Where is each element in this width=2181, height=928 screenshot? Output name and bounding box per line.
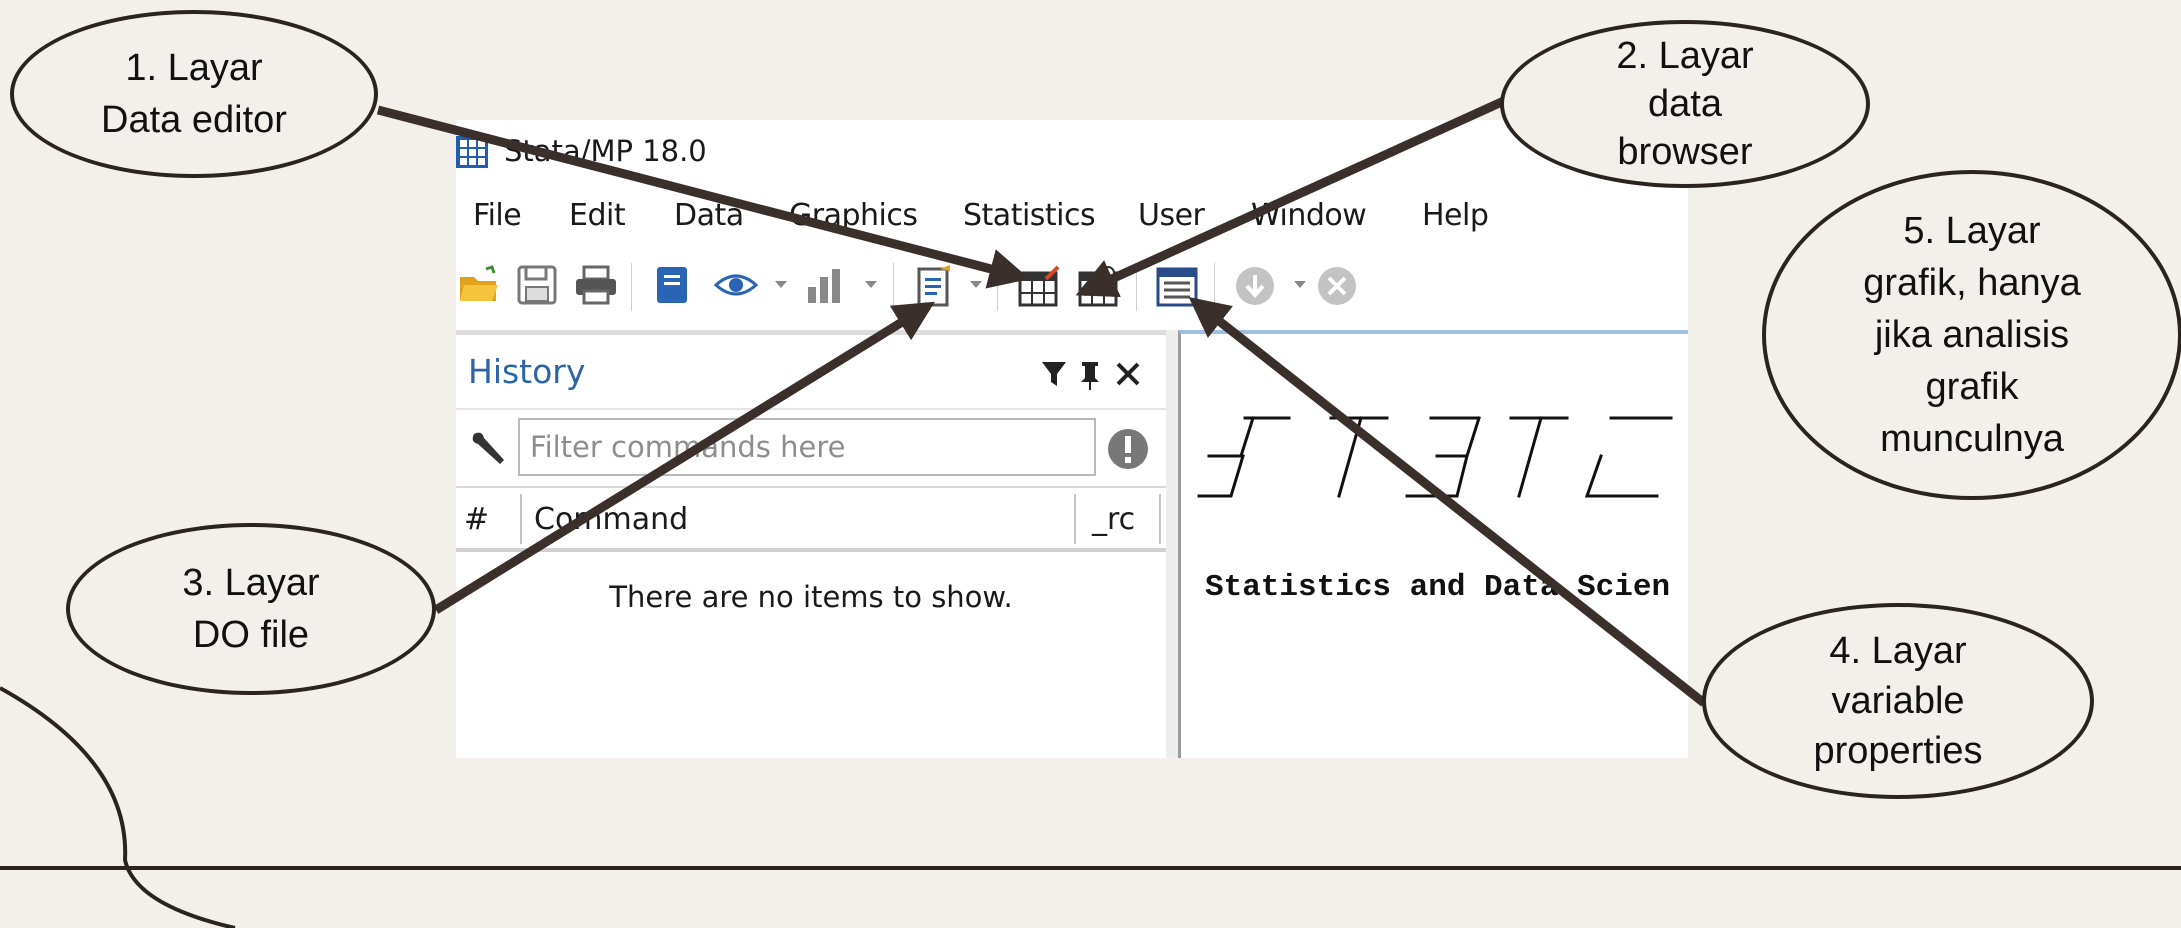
menu-statistics[interactable]: Statistics (963, 198, 1096, 233)
menu-edit[interactable]: Edit (569, 198, 626, 233)
toolbar-separator (631, 263, 632, 311)
filter-box (518, 418, 1096, 476)
menu-user[interactable]: User (1138, 198, 1205, 233)
callout-line: jika analisis (1874, 314, 2070, 356)
do-file-editor-icon[interactable] (916, 265, 954, 307)
menu-file[interactable]: File (473, 198, 522, 233)
toolbar-separator (1214, 263, 1215, 311)
callout-line: DO file (192, 614, 310, 656)
column-separator[interactable] (1074, 494, 1076, 544)
results-tagline: Statistics and Data Scien (1205, 570, 1671, 605)
callout-line: variable (1831, 680, 1965, 722)
callout-graph-window: 5. Layar grafik, hanya jika analisis grafik… (1762, 170, 2181, 500)
callout-do-file: 3. Layar DO file (66, 523, 436, 695)
save-icon[interactable] (516, 265, 558, 305)
column-number[interactable]: # (464, 502, 489, 537)
pin-icon[interactable] (1081, 362, 1099, 390)
history-column-header: # Command _rc (456, 486, 1166, 552)
callout-line: 1. Layar (125, 47, 263, 89)
graph-icon[interactable] (804, 265, 846, 305)
menu-graphics[interactable]: Graphics (789, 198, 918, 233)
callout-data-editor: 1. Layar Data editor (10, 10, 378, 178)
print-icon[interactable] (574, 265, 618, 305)
callout-line: data (1648, 83, 1722, 125)
toolbar (456, 255, 1386, 317)
callout-line: 5. Layar (1903, 210, 2041, 252)
filter-row (456, 408, 1166, 488)
menu-data[interactable]: Data (674, 198, 744, 233)
history-panel: History # Command _rc (456, 330, 1166, 758)
variables-manager-icon[interactable] (1156, 265, 1198, 307)
column-command[interactable]: Command (534, 502, 688, 537)
toolbar-separator (1136, 263, 1137, 311)
column-separator[interactable] (1159, 494, 1161, 544)
pane-tools (1038, 360, 1148, 395)
alert-icon[interactable] (1106, 427, 1150, 471)
results-panel: Statistics and Data Scien (1178, 330, 1688, 758)
decorative-curve (0, 686, 236, 928)
column-rc[interactable]: _rc (1092, 502, 1135, 537)
log-icon[interactable] (654, 265, 690, 305)
viewer-dropdown-icon[interactable] (775, 281, 787, 288)
more-dropdown-icon[interactable] (1294, 281, 1306, 288)
menu-window[interactable]: Window (1251, 198, 1367, 233)
callout-line: 3. Layar (182, 562, 320, 604)
callout-variable-properties: 4. Layar variable properties (1702, 603, 2094, 799)
open-folder-icon[interactable] (458, 265, 500, 305)
data-editor-icon[interactable] (1018, 265, 1060, 307)
toolbar-separator (997, 263, 998, 311)
callout-line: Data editor (101, 99, 287, 141)
filter-icon[interactable] (1042, 362, 1066, 386)
callout-line: browser (1617, 131, 1753, 173)
callout-line: properties (1813, 730, 1983, 772)
close-icon[interactable] (1116, 362, 1140, 386)
stata-window: Stata/MP 18.0 File Edit Data Graphics St… (456, 120, 1688, 758)
history-title: History (468, 352, 586, 391)
graph-dropdown-icon[interactable] (865, 281, 877, 288)
wrench-icon (472, 432, 504, 464)
panel-divider[interactable] (1166, 330, 1178, 758)
callout-line: grafik (1925, 366, 2019, 408)
more-icon[interactable] (1234, 265, 1276, 307)
menu-help[interactable]: Help (1422, 198, 1489, 233)
toolbar-separator (893, 263, 894, 311)
stata-ascii-logo (1197, 416, 1673, 498)
do-file-dropdown-icon[interactable] (970, 281, 982, 288)
viewer-icon[interactable] (714, 265, 758, 305)
break-icon[interactable] (1316, 265, 1358, 307)
history-empty-message: There are no items to show. (609, 580, 1013, 614)
callout-line: 4. Layar (1829, 630, 1967, 672)
filter-commands-input[interactable] (520, 420, 1094, 474)
stata-app-icon (456, 136, 488, 168)
callout-line: 2. Layar (1616, 35, 1754, 77)
title-bar: Stata/MP 18.0 (456, 120, 1688, 182)
menu-bar: File Edit Data Graphics Statistics User … (456, 198, 1688, 244)
data-browser-icon[interactable] (1078, 265, 1120, 307)
panel-top-border (456, 330, 1166, 335)
callout-line: munculnya (1880, 418, 2064, 460)
callout-line: grafik, hanya (1863, 262, 2081, 304)
callout-data-browser: 2. Layar data browser (1500, 20, 1870, 188)
column-separator[interactable] (520, 494, 522, 544)
window-title: Stata/MP 18.0 (504, 134, 707, 168)
